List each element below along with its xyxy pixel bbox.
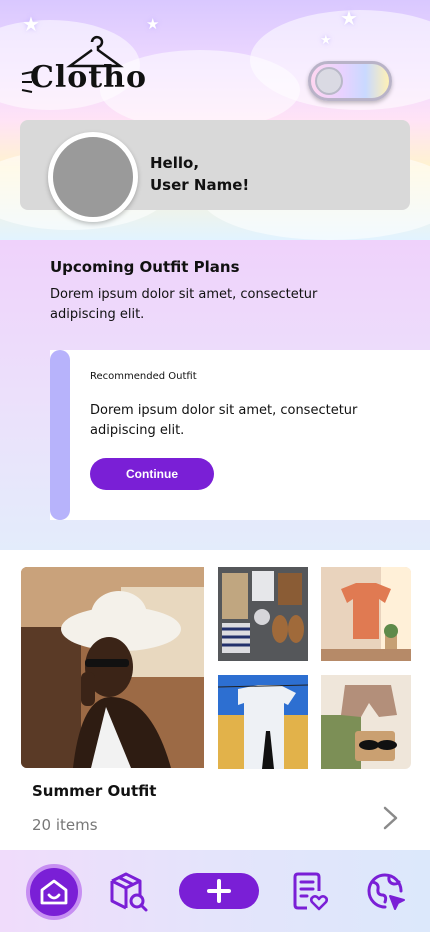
continue-button[interactable]: Continue bbox=[90, 458, 214, 490]
outfit-item-count: 20 items bbox=[32, 816, 98, 834]
theme-toggle[interactable] bbox=[308, 61, 392, 101]
username-text: User Name! bbox=[150, 176, 250, 194]
explore-globe-icon bbox=[367, 873, 405, 910]
greeting-text: Hello, bbox=[150, 154, 200, 172]
toggle-knob[interactable] bbox=[315, 67, 343, 95]
section-title: Upcoming Outfit Plans bbox=[50, 258, 240, 276]
wardrobe-search-icon bbox=[110, 872, 148, 912]
nav-explore-button[interactable] bbox=[362, 868, 408, 914]
nav-wardrobe-search-button[interactable] bbox=[104, 868, 152, 914]
outfit-photo-hanging-shirt[interactable] bbox=[321, 567, 411, 661]
profile-greeting: Hello, User Name! bbox=[150, 152, 249, 196]
avatar[interactable] bbox=[48, 132, 138, 222]
star-icon: ★ bbox=[340, 6, 358, 30]
nav-home-button[interactable] bbox=[26, 864, 82, 920]
section-description: Dorem ipsum dolor sit amet, consectetur … bbox=[50, 287, 318, 322]
outfit-photo-flatlay[interactable] bbox=[218, 567, 308, 661]
add-icon bbox=[207, 879, 231, 903]
home-icon bbox=[40, 879, 68, 905]
nav-add-button[interactable] bbox=[179, 873, 259, 909]
outfit-name[interactable]: Summer Outfit bbox=[32, 782, 156, 800]
nav-outfit-list-button[interactable] bbox=[287, 868, 331, 914]
outfit-photo-shorts[interactable] bbox=[321, 675, 411, 769]
card-label: Recommended Outfit bbox=[90, 371, 197, 382]
star-icon: ★ bbox=[146, 15, 160, 33]
chevron-right-icon[interactable] bbox=[380, 804, 402, 832]
logo-text: Clotho bbox=[30, 60, 147, 95]
outfit-photo-laundry[interactable] bbox=[218, 675, 308, 769]
card-accent-bar bbox=[50, 350, 70, 520]
outfit-photo-main[interactable] bbox=[21, 567, 204, 768]
card-description: Dorem ipsum dolor sit amet, consectetur … bbox=[90, 403, 358, 438]
star-icon: ★ bbox=[320, 33, 332, 48]
outfit-list-icon bbox=[293, 872, 329, 911]
app-logo: Clotho bbox=[20, 30, 146, 102]
